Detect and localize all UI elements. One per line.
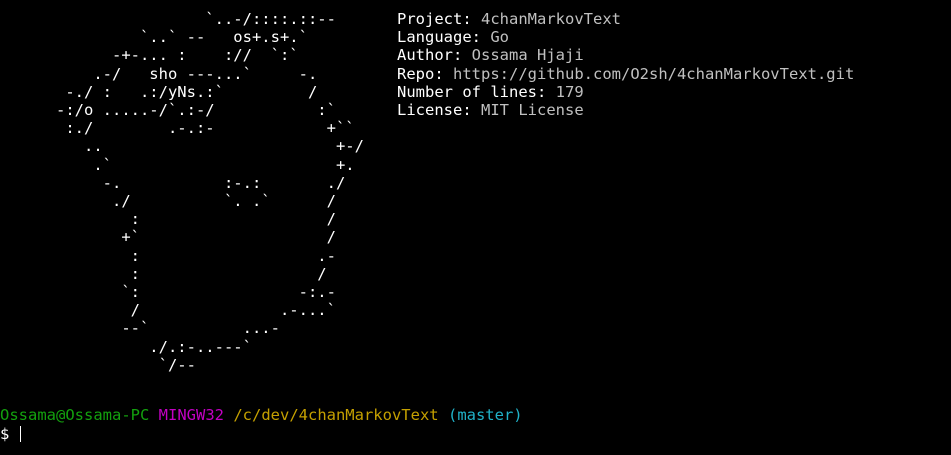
text-cursor [19,426,21,442]
info-key: Language: [397,28,481,47]
info-key: License: [397,100,472,119]
info-project: Project: 4chanMarkovText [397,10,854,28]
info-value: MIT License [481,100,584,119]
info-language: Language: Go [397,28,854,46]
info-key: Author: [397,46,463,65]
info-key: Project: [397,10,472,28]
info-value: Ossama Hjaji [471,46,584,65]
info-license: License: MIT License [397,101,854,119]
prompt-symbol: $ [0,425,10,443]
info-value: Go [490,28,510,47]
prompt-path: /c/dev/4chanMarkovText [233,406,439,424]
info-lines: Number of lines: 179 [397,83,854,101]
prompt-branch: (master) [447,406,523,424]
info-author: Author: Ossama Hjaji [397,46,854,64]
shell-prompt: Ossama@Ossama-PC MINGW32 /c/dev/4chanMar… [0,406,523,424]
command-input-line[interactable]: $ [0,425,21,443]
info-repo: Repo: https://github.com/O2sh/4chanMarko… [397,65,854,83]
prompt-system: MINGW32 [158,406,224,424]
info-value: https://github.com/O2sh/4chanMarkovText.… [453,64,855,83]
info-key: Repo: [397,64,444,83]
terminal-window[interactable]: `..-/::::.::-- `..` -- os+.s+.` -+-... :… [0,0,951,455]
ascii-logo: `..-/::::.::-- `..` -- os+.s+.` -+-... :… [55,10,364,374]
prompt-user-host: Ossama@Ossama-PC [0,406,150,424]
info-value: 4chanMarkovText [481,10,621,28]
info-key: Number of lines: [397,82,547,101]
repo-info: Project: 4chanMarkovText Language: Go Au… [397,10,854,119]
info-value: 179 [555,82,584,101]
